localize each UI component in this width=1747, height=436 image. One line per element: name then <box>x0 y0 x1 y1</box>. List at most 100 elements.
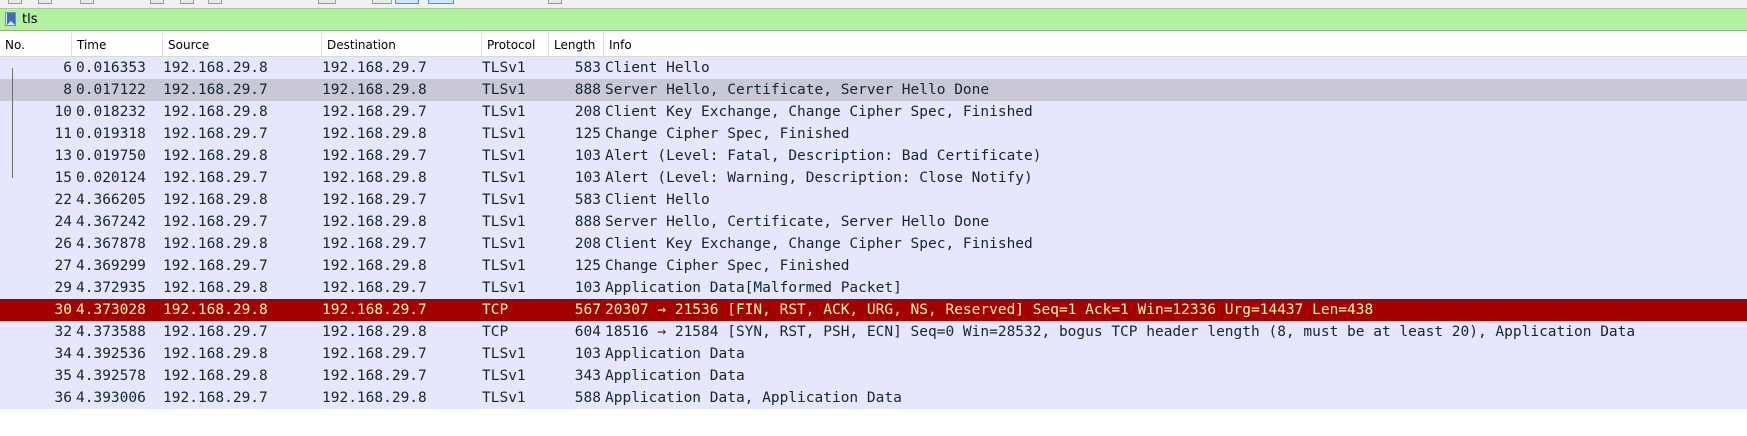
packet-list: 6 0.016353 192.168.29.8 192.168.29.7 TLSv1 58… <box>0 57 1747 409</box>
toolbar-button[interactable] <box>318 0 336 4</box>
packet-time: 4.367242 <box>76 214 146 230</box>
packet-destination: 192.168.29.7 <box>322 104 427 120</box>
packet-row[interactable]: 13 0.019750 192.168.29.8 192.168.29.7 TLSv1 1… <box>0 145 1747 167</box>
packet-destination: 192.168.29.8 <box>322 170 427 186</box>
packet-protocol: TCP <box>482 324 509 340</box>
packet-length: 604 <box>574 324 601 340</box>
packet-no: 22 <box>54 192 72 208</box>
packet-protocol: TLSv1 <box>482 280 526 296</box>
packet-no: 30 <box>54 302 72 318</box>
packet-source: 192.168.29.8 <box>163 346 268 362</box>
toolbar-button[interactable] <box>150 0 164 4</box>
toolbar-button[interactable] <box>38 0 52 4</box>
packet-length: 103 <box>574 346 601 362</box>
packet-protocol: TLSv1 <box>482 192 526 208</box>
packet-info: Application Data <box>605 368 745 384</box>
packet-protocol: TLSv1 <box>482 60 526 76</box>
packet-time: 4.367878 <box>76 236 146 252</box>
packet-destination: 192.168.29.7 <box>322 148 427 164</box>
packet-time: 4.393006 <box>76 390 146 406</box>
toolbar-button[interactable] <box>548 0 562 4</box>
packet-source: 192.168.29.8 <box>163 192 268 208</box>
packet-info: Application Data[Malformed Packet] <box>605 280 902 296</box>
packet-row[interactable]: 22 4.366205 192.168.29.8 192.168.29.7 TLSv1 5… <box>0 189 1747 211</box>
toolbar-button[interactable] <box>395 0 419 4</box>
packet-length: 888 <box>574 214 601 230</box>
packet-length: 583 <box>574 60 601 76</box>
packet-info: Server Hello, Certificate, Server Hello … <box>605 82 990 98</box>
packet-protocol: TLSv1 <box>482 126 526 142</box>
packet-row[interactable]: 24 4.367242 192.168.29.7 192.168.29.8 TLSv1 8… <box>0 211 1747 233</box>
packet-row[interactable]: 27 4.369299 192.168.29.7 192.168.29.8 TLSv1 1… <box>0 255 1747 277</box>
packet-no: 26 <box>54 236 72 252</box>
packet-time: 0.020124 <box>76 170 146 186</box>
column-header-time[interactable]: Time <box>72 33 163 56</box>
packet-info: Alert (Level: Warning, Description: Clos… <box>605 170 1033 186</box>
packet-info: Change Cipher Spec, Finished <box>605 258 850 274</box>
packet-no: 15 <box>54 170 72 186</box>
packet-no: 27 <box>54 258 72 274</box>
packet-time: 0.016353 <box>76 60 146 76</box>
column-header-source[interactable]: Source <box>163 33 322 56</box>
packet-destination: 192.168.29.7 <box>322 60 427 76</box>
packet-time: 4.392536 <box>76 346 146 362</box>
packet-destination: 192.168.29.7 <box>322 346 427 362</box>
column-header-protocol[interactable]: Protocol <box>482 33 549 56</box>
display-filter-input[interactable] <box>22 10 1732 28</box>
packet-protocol: TLSv1 <box>482 258 526 274</box>
packet-row[interactable]: 26 4.367878 192.168.29.8 192.168.29.7 TLSv1 2… <box>0 233 1747 255</box>
packet-row[interactable]: 30 4.373028 192.168.29.8 192.168.29.7 TCP 567… <box>0 299 1747 321</box>
packet-length: 103 <box>574 148 601 164</box>
packet-length: 567 <box>574 302 601 318</box>
packet-destination: 192.168.29.8 <box>322 324 427 340</box>
packet-length: 103 <box>574 280 601 296</box>
packet-row[interactable]: 34 4.392536 192.168.29.8 192.168.29.7 TLSv1 1… <box>0 343 1747 365</box>
packet-protocol: TLSv1 <box>482 346 526 362</box>
packet-time: 4.373028 <box>76 302 146 318</box>
display-filter-bar <box>0 8 1747 31</box>
packet-info: Client Hello <box>605 192 710 208</box>
toolbar-button[interactable] <box>208 0 222 4</box>
packet-row[interactable]: 32 4.373588 192.168.29.7 192.168.29.8 TCP 604… <box>0 321 1747 343</box>
packet-row[interactable]: 15 0.020124 192.168.29.7 192.168.29.8 TLSv1 1… <box>0 167 1747 189</box>
packet-source: 192.168.29.7 <box>163 214 268 230</box>
packet-no: 29 <box>54 280 72 296</box>
packet-row[interactable]: 8 0.017122 192.168.29.7 192.168.29.8 TLSv1 88… <box>0 79 1747 101</box>
packet-row[interactable]: 10 0.018232 192.168.29.8 192.168.29.7 TLSv1 2… <box>0 101 1747 123</box>
packet-source: 192.168.29.7 <box>163 82 268 98</box>
packet-row[interactable]: 11 0.019318 192.168.29.7 192.168.29.8 TLSv1 1… <box>0 123 1747 145</box>
packet-destination: 192.168.29.7 <box>322 192 427 208</box>
packet-source: 192.168.29.7 <box>163 324 268 340</box>
toolbar-button[interactable] <box>180 0 194 4</box>
column-header-destination[interactable]: Destination <box>322 33 482 56</box>
packet-row[interactable]: 35 4.392578 192.168.29.8 192.168.29.7 TLSv1 3… <box>0 365 1747 387</box>
packet-time: 4.372935 <box>76 280 146 296</box>
toolbar-button[interactable] <box>372 0 392 4</box>
toolbar-button[interactable] <box>428 0 454 4</box>
column-header-no[interactable]: No. <box>0 33 72 56</box>
packet-row[interactable]: 29 4.372935 192.168.29.8 192.168.29.7 TLSv1 1… <box>0 277 1747 299</box>
filter-bookmark-icon[interactable] <box>5 12 16 26</box>
packet-destination: 192.168.29.7 <box>322 236 427 252</box>
packet-destination: 192.168.29.8 <box>322 82 427 98</box>
column-header-info[interactable]: Info <box>604 33 1747 56</box>
packet-protocol: TCP <box>482 302 509 318</box>
packet-no: 13 <box>54 148 72 164</box>
packet-source: 192.168.29.8 <box>163 236 268 252</box>
packet-info: 20307 → 21536 [FIN, RST, ACK, URG, NS, R… <box>605 302 1374 318</box>
packet-row[interactable]: 6 0.016353 192.168.29.8 192.168.29.7 TLSv1 58… <box>0 57 1747 79</box>
packet-time: 0.019750 <box>76 148 146 164</box>
packet-no: 35 <box>54 368 72 384</box>
packet-no: 10 <box>54 104 72 120</box>
packet-source: 192.168.29.8 <box>163 104 268 120</box>
packet-no: 6 <box>63 60 72 76</box>
toolbar-button[interactable] <box>8 0 22 4</box>
column-header-length[interactable]: Length <box>549 33 604 56</box>
packet-source: 192.168.29.8 <box>163 280 268 296</box>
packet-time: 0.017122 <box>76 82 146 98</box>
packet-destination: 192.168.29.7 <box>322 280 427 296</box>
toolbar-button[interactable] <box>80 0 94 4</box>
packet-row[interactable]: 36 4.393006 192.168.29.7 192.168.29.8 TLSv1 5… <box>0 387 1747 409</box>
packet-protocol: TLSv1 <box>482 170 526 186</box>
packet-info: Application Data, Application Data <box>605 390 902 406</box>
